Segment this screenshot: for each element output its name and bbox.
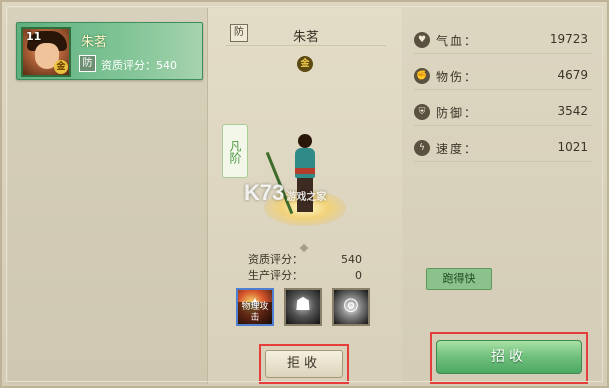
trait-tag: 跑得快 bbox=[426, 268, 492, 290]
reject-highlight: 拒收 bbox=[259, 344, 349, 384]
recruit-highlight: 招收 bbox=[430, 332, 588, 384]
attr-hp: ♥ 气血： 19723 bbox=[414, 28, 592, 54]
heart-icon: ♥ bbox=[414, 32, 430, 48]
reject-button[interactable]: 拒收 bbox=[265, 350, 343, 378]
shadow-skill-icon[interactable]: ☗ bbox=[284, 288, 322, 326]
hero-detail-panel: 防 朱茗 金 凡阶 K73 游戏之家 资质评分： 540 生产评分： 0 物理攻… bbox=[208, 8, 402, 384]
attr-speed: ϟ 速度： 1021 bbox=[414, 136, 592, 162]
stat-row: 资质评分： 540 bbox=[248, 253, 362, 266]
detail-name-bar: 防 朱茗 bbox=[226, 24, 386, 46]
grade-badge: 金 bbox=[297, 56, 313, 72]
attr-physical-damage: ✊ 物伤： 4679 bbox=[414, 64, 592, 90]
grade-badge: 金 bbox=[54, 60, 68, 74]
hero-list-item[interactable]: 11 金 朱茗 防 资质评分：540 bbox=[16, 22, 203, 80]
lightning-icon: ϟ bbox=[414, 140, 430, 156]
avatar: 11 金 bbox=[21, 27, 71, 77]
skill-caption: 物理攻击 bbox=[238, 302, 272, 324]
dialog-frame: 11 金 朱茗 防 资质评分：540 防 朱茗 金 凡阶 K73 游戏之家 资质… bbox=[0, 0, 609, 388]
divider-diamond bbox=[299, 243, 309, 253]
vortex-skill-icon[interactable]: ◎ bbox=[332, 288, 370, 326]
detail-stats: 资质评分： 540 生产评分： 0 bbox=[248, 252, 362, 284]
hero-level: 11 bbox=[26, 30, 42, 43]
shield-icon: ⛨ bbox=[414, 104, 430, 120]
fist-icon: ✊ bbox=[414, 68, 430, 84]
hero-score: 资质评分：540 bbox=[101, 59, 177, 72]
attr-defense: ⛨ 防御： 3542 bbox=[414, 100, 592, 126]
stat-row: 生产评分： 0 bbox=[248, 269, 362, 282]
skill-list: ✦ 物理攻击 ☗ ◎ bbox=[236, 288, 370, 326]
physical-attack-skill-icon[interactable]: ✦ 物理攻击 bbox=[236, 288, 274, 326]
watermark-logo: K73 游戏之家 bbox=[244, 180, 327, 205]
role-badge: 防 bbox=[79, 55, 96, 72]
attributes-panel: ♥ 气血： 19723 ✊ 物伤： 4679 ⛨ 防御： 3542 ϟ 速度： … bbox=[402, 8, 605, 384]
hero-name: 朱茗 bbox=[81, 35, 108, 50]
character-name: 朱茗 bbox=[292, 30, 319, 45]
hero-list-panel: 11 金 朱茗 防 资质评分：540 bbox=[8, 8, 208, 384]
recruit-button[interactable]: 招收 bbox=[436, 340, 582, 374]
